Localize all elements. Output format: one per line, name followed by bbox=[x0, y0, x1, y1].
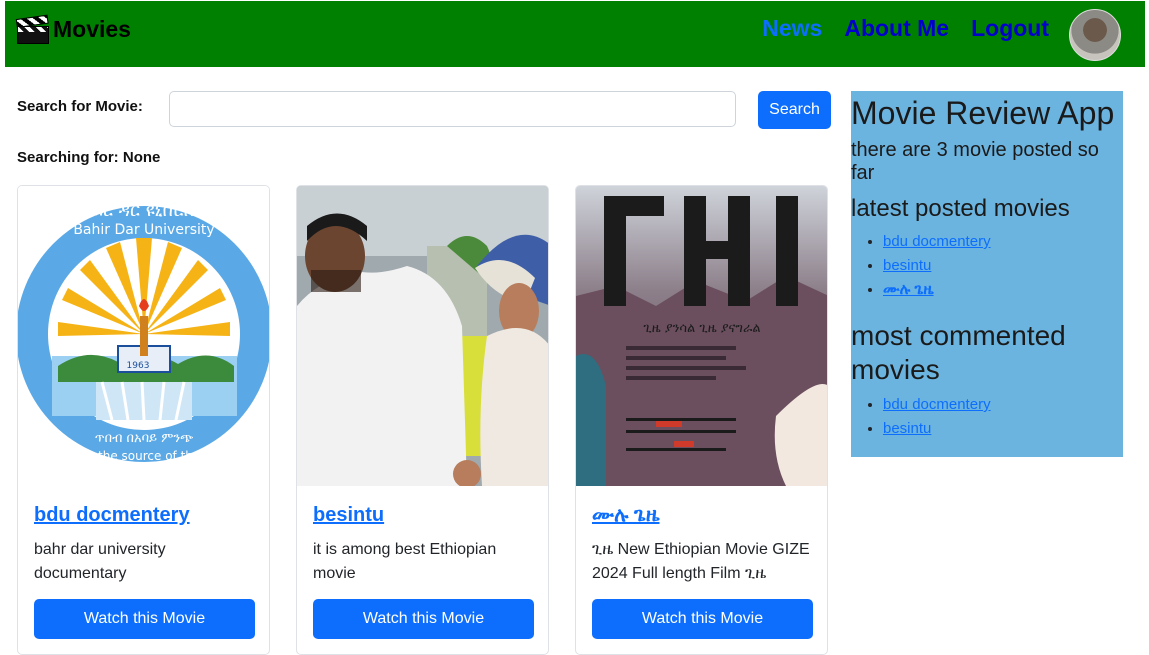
list-item: bdu docmentery bbox=[883, 393, 991, 417]
list-item: besintu bbox=[883, 254, 991, 278]
nav-link-news[interactable]: News bbox=[762, 15, 822, 42]
most-commented-link[interactable]: besintu bbox=[883, 420, 931, 437]
most-commented-list: bdu docmentery besintu bbox=[863, 393, 991, 441]
search-button[interactable]: Search bbox=[758, 91, 831, 129]
movie-card: ባሕር ዳር ዩኒቨርሲቲ Bahir Dar University 1963 … bbox=[17, 185, 270, 655]
movie-title-link[interactable]: ሙሉ ጌዜ bbox=[592, 504, 659, 527]
list-item: bdu docmentery bbox=[883, 230, 991, 254]
latest-movie-link[interactable]: besintu bbox=[883, 257, 931, 274]
nav-link-logout[interactable]: Logout bbox=[971, 15, 1049, 42]
bdu-logo-name: Bahir Dar University bbox=[73, 222, 214, 238]
search-status-value: None bbox=[122, 149, 161, 166]
gize-poster-tagline: ጊዜ ያንሳል ጊዜ ያናግራል bbox=[643, 321, 760, 336]
search-input[interactable] bbox=[169, 91, 736, 127]
movie-poster-gize[interactable]: ጊዜ ያንሳል ጊዜ ያናግራል bbox=[576, 186, 827, 486]
movie-title-link[interactable]: besintu bbox=[313, 504, 384, 527]
list-item: besintu bbox=[883, 417, 991, 441]
brand-title[interactable]: Movies bbox=[53, 16, 131, 43]
latest-movies-heading: latest posted movies bbox=[851, 195, 1070, 222]
movie-count-text: there are 3 movie posted so far bbox=[851, 139, 1099, 184]
avatar[interactable] bbox=[1069, 9, 1121, 61]
watch-movie-button[interactable]: Watch this Movie bbox=[34, 599, 255, 639]
movie-poster-besintu[interactable] bbox=[297, 186, 548, 486]
brand[interactable]: Movies bbox=[15, 14, 131, 44]
latest-movie-link[interactable]: ሙሉ ጌዜ bbox=[883, 281, 934, 298]
bdu-logo-amharic-top: ባሕር ዳር ዩኒቨርሲቲ bbox=[78, 200, 210, 221]
movie-title-link[interactable]: bdu docmentery bbox=[34, 504, 190, 527]
movie-description: bahr dar university documentary bbox=[34, 541, 166, 582]
latest-movie-link[interactable]: bdu docmentery bbox=[883, 233, 991, 250]
navbar: Movies News About Me Logout bbox=[5, 1, 1145, 67]
search-status-prefix: Searching for: bbox=[17, 149, 123, 166]
nav-link-about-me[interactable]: About Me bbox=[844, 15, 949, 42]
movie-poster-bdu[interactable]: ባሕር ዳር ዩኒቨርሲቲ Bahir Dar University 1963 … bbox=[18, 186, 269, 486]
bdu-logo-year: 1963 bbox=[127, 361, 150, 371]
most-commented-heading: most commented movies bbox=[851, 320, 1066, 385]
list-item: ሙሉ ጌዜ bbox=[883, 278, 991, 302]
watch-movie-button[interactable]: Watch this Movie bbox=[313, 599, 534, 639]
sidebar-title: Movie Review App bbox=[851, 95, 1115, 131]
clapperboard-icon bbox=[15, 14, 49, 44]
latest-movies-list: bdu docmentery besintu ሙሉ ጌዜ bbox=[863, 230, 991, 302]
movie-card: ጊዜ ያንሳል ጊዜ ያናግራል ሙሉ ጌዜ ጊዜ New Ethiopian … bbox=[575, 185, 828, 655]
most-commented-link[interactable]: bdu docmentery bbox=[883, 396, 991, 413]
search-label: Search for Movie: bbox=[17, 98, 143, 115]
sidebar: Movie Review App there are 3 movie poste… bbox=[851, 91, 1123, 457]
watch-movie-button[interactable]: Watch this Movie bbox=[592, 599, 813, 639]
search-status: Searching for: None bbox=[17, 149, 160, 166]
bdu-logo-amharic-bottom: ጥበብ በአባይ ምንጭ bbox=[95, 431, 194, 446]
movie-card: besintu it is among best Ethiopian movie… bbox=[296, 185, 549, 655]
movie-description: ጊዜ New Ethiopian Movie GIZE 2024 Full le… bbox=[592, 541, 810, 582]
movie-description: it is among best Ethiopian movie bbox=[313, 541, 497, 582]
bdu-logo-motto: Wisdom at the source of the Blue Nile bbox=[31, 449, 258, 463]
nav-links: News About Me Logout bbox=[762, 15, 1049, 42]
